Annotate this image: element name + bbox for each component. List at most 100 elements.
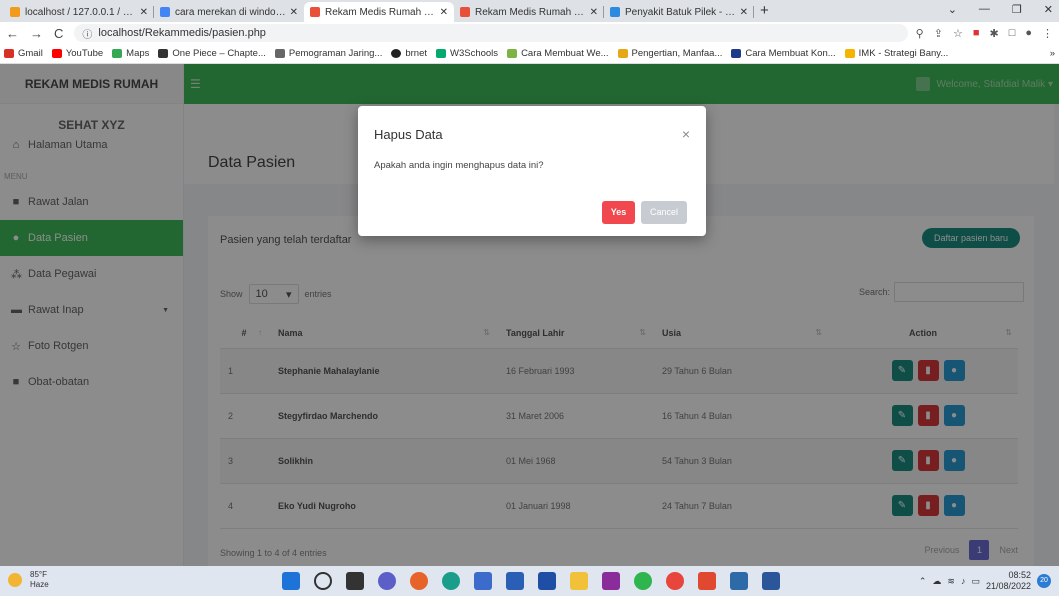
bookmark-item[interactable]: brnet bbox=[391, 48, 427, 59]
chrome-icon[interactable] bbox=[666, 572, 684, 590]
bookmark-item[interactable]: Maps bbox=[112, 48, 149, 59]
yes-button[interactable]: Yes bbox=[602, 201, 635, 224]
virtualbox-icon[interactable] bbox=[730, 572, 748, 590]
close-icon[interactable]: × bbox=[682, 126, 690, 142]
cancel-button[interactable]: Cancel bbox=[641, 201, 687, 224]
temperature: 85°F bbox=[30, 570, 47, 579]
volume-icon[interactable]: ♪ bbox=[961, 576, 966, 586]
file-explorer-icon[interactable] bbox=[570, 572, 588, 590]
tab-search-icon[interactable]: ⌄ bbox=[948, 3, 957, 16]
bookmark-favicon-icon bbox=[507, 49, 518, 58]
new-tab-icon[interactable]: + bbox=[760, 2, 769, 22]
bookmark-item[interactable]: Cara Membuat We... bbox=[507, 48, 609, 59]
firefox-icon[interactable] bbox=[410, 572, 428, 590]
minimize-icon[interactable]: — bbox=[979, 3, 990, 16]
windows-taskbar: 85°F Haze ⌃ ☁ ≋ ♪ ▭ 08:52 21/08/2022 20 bbox=[0, 566, 1059, 596]
close-tab-icon[interactable]: ✕ bbox=[590, 7, 598, 18]
tab-title: Rekam Medis Rumah Sehat bbox=[475, 6, 586, 18]
restore-icon[interactable]: ❐ bbox=[1012, 3, 1022, 16]
taskbar-apps bbox=[282, 572, 780, 590]
bookmark-favicon-icon bbox=[274, 49, 285, 58]
word-icon[interactable] bbox=[762, 572, 780, 590]
close-tab-icon[interactable]: ✕ bbox=[290, 7, 298, 18]
tab-title: cara merekan di windows 11 bbox=[175, 6, 286, 18]
browser-tab[interactable]: Rekam Medis Rumah Sehat ✕ bbox=[454, 2, 604, 22]
bookmark-item[interactable]: Cara Membuat Kon... bbox=[731, 48, 836, 59]
bookmark-item[interactable]: IMK - Strategi Bany... bbox=[844, 48, 949, 59]
bookmark-favicon-icon bbox=[731, 49, 742, 58]
bookmark-item[interactable]: W3Schools bbox=[436, 48, 498, 59]
more-bookmarks-icon[interactable]: » bbox=[1050, 48, 1055, 59]
dropbox-icon[interactable] bbox=[538, 572, 556, 590]
w3schools-icon bbox=[436, 49, 446, 58]
system-tray: ⌃ ☁ ≋ ♪ ▭ 08:52 21/08/2022 20 bbox=[919, 570, 1051, 592]
extension-icon[interactable]: ■ bbox=[973, 27, 980, 40]
browser-tab-active[interactable]: Rekam Medis Rumah Sehat ✕ bbox=[304, 2, 454, 22]
search-icon[interactable] bbox=[314, 572, 332, 590]
store-icon[interactable] bbox=[506, 572, 524, 590]
close-tab-icon[interactable]: ✕ bbox=[740, 7, 748, 18]
browser-tab[interactable]: cara merekan di windows 11 ✕ bbox=[154, 2, 304, 22]
address-bar: ← → C ⓘ localhost/Rekammedis/pasien.php ⚲… bbox=[0, 22, 1059, 44]
forward-icon[interactable]: → bbox=[30, 26, 43, 41]
zoom-icon[interactable]: ⚲ bbox=[916, 27, 924, 40]
bookmark-label: Maps bbox=[126, 48, 150, 59]
back-icon[interactable]: ← bbox=[6, 26, 19, 41]
whatsapp-icon[interactable] bbox=[634, 572, 652, 590]
browser-tab[interactable]: Penyakit Batuk Pilek - Gejala ✕ bbox=[604, 2, 754, 22]
start-icon[interactable] bbox=[282, 572, 300, 590]
chevron-up-icon[interactable]: ⌃ bbox=[919, 576, 927, 587]
clock[interactable]: 08:52 21/08/2022 bbox=[986, 570, 1031, 592]
star-icon[interactable]: ☆ bbox=[953, 27, 963, 40]
bookmark-label: Pengertian, Manfaa... bbox=[631, 48, 723, 59]
wifi-icon[interactable]: ≋ bbox=[947, 576, 955, 587]
bookmark-label: YouTube bbox=[65, 48, 104, 59]
bookmark-label: Gmail bbox=[18, 48, 43, 59]
modal-body: Apakah anda ingin menghapus data ini? bbox=[374, 160, 544, 171]
browser-tab[interactable]: localhost / 127.0.0.1 / rekam ✕ bbox=[4, 2, 154, 22]
date-text: 21/08/2022 bbox=[985, 581, 1031, 591]
sidepanel-icon[interactable]: □ bbox=[1009, 27, 1016, 40]
cloud-icon[interactable]: ☁ bbox=[932, 576, 941, 587]
gmail-icon bbox=[4, 49, 14, 58]
reload-icon[interactable]: C bbox=[54, 26, 63, 41]
site-info-icon[interactable]: ⓘ bbox=[82, 26, 92, 41]
edge-icon[interactable] bbox=[442, 572, 460, 590]
bookmark-label: IMK - Strategi Bany... bbox=[858, 48, 949, 59]
chat-icon[interactable] bbox=[378, 572, 396, 590]
tab-title: Penyakit Batuk Pilek - Gejala bbox=[625, 6, 736, 18]
weather-widget[interactable]: 85°F Haze bbox=[8, 570, 49, 590]
bookmark-favicon-icon bbox=[158, 49, 169, 58]
weather-condition: Haze bbox=[30, 580, 49, 589]
bookmark-item[interactable]: One Piece – Chapte... bbox=[158, 48, 266, 59]
close-tab-icon[interactable]: ✕ bbox=[140, 7, 148, 18]
winrar-icon[interactable] bbox=[602, 572, 620, 590]
battery-icon[interactable]: ▭ bbox=[971, 576, 980, 587]
bookmark-label: Cara Membuat We... bbox=[521, 48, 609, 59]
puzzle-icon[interactable]: ✱ bbox=[989, 27, 998, 40]
time-text: 08:52 bbox=[1008, 570, 1031, 580]
close-tab-icon[interactable]: ✕ bbox=[440, 7, 448, 18]
notification-badge[interactable]: 20 bbox=[1037, 574, 1051, 588]
bookmark-label: One Piece – Chapte... bbox=[172, 48, 266, 59]
tab-favicon-icon bbox=[310, 7, 320, 17]
profile-icon[interactable]: ● bbox=[1025, 27, 1032, 40]
tab-favicon-icon bbox=[610, 7, 620, 17]
menu-icon[interactable]: ⋮ bbox=[1042, 27, 1053, 40]
bookmark-item[interactable]: YouTube bbox=[51, 48, 104, 59]
maps-icon bbox=[112, 49, 123, 58]
bookmarks-bar: Gmail YouTube Maps One Piece – Chapte...… bbox=[0, 44, 1059, 64]
bookmark-item[interactable]: Pengertian, Manfaa... bbox=[617, 48, 723, 59]
url-field[interactable]: ⓘ localhost/Rekammedis/pasien.php bbox=[74, 24, 908, 42]
url-text: localhost/Rekammedis/pasien.php bbox=[98, 27, 266, 39]
share-icon[interactable]: ⇪ bbox=[934, 27, 943, 40]
task-view-icon[interactable] bbox=[346, 572, 364, 590]
amazon-icon[interactable] bbox=[474, 572, 492, 590]
bookmark-item[interactable]: Gmail bbox=[4, 48, 43, 59]
xampp-icon[interactable] bbox=[698, 572, 716, 590]
youtube-icon bbox=[51, 49, 62, 58]
bookmark-item[interactable]: Pemograman Jaring... bbox=[274, 48, 382, 59]
bookmark-favicon-icon bbox=[617, 49, 628, 58]
close-window-icon[interactable]: ✕ bbox=[1044, 3, 1053, 16]
weather-icon bbox=[8, 573, 22, 587]
